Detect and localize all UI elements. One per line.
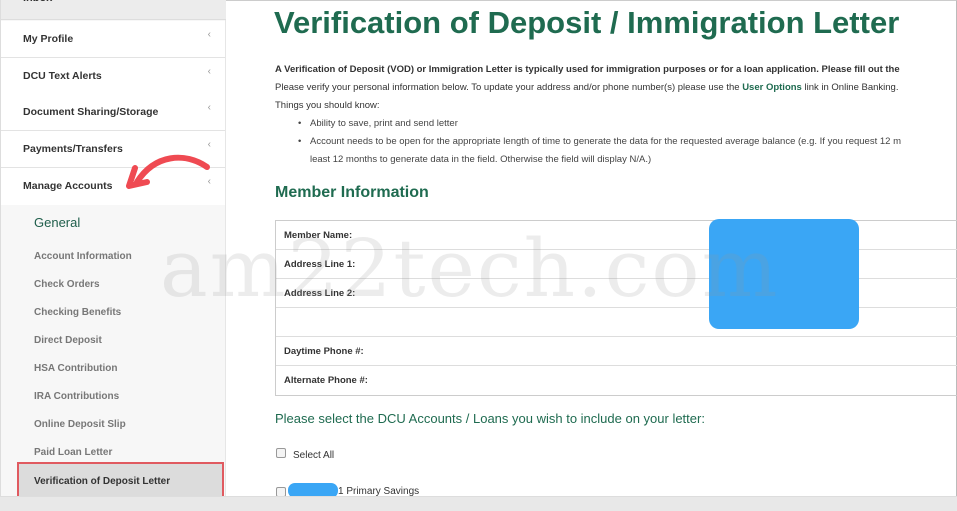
sidebar-item-label: Document Sharing/Storage bbox=[23, 106, 159, 118]
sidebar: Inbox My Profile ‹ DCU Text Alerts ‹ Doc… bbox=[0, 0, 227, 511]
things-you-should-know: Things you should know: bbox=[275, 100, 380, 111]
field-label: Daytime Phone #: bbox=[284, 346, 364, 357]
submenu-heading: General bbox=[34, 215, 81, 230]
bullet-continuation: least 12 months to generate data in the … bbox=[310, 154, 652, 165]
submenu-item-ira-contributions[interactable]: IRA Contributions bbox=[34, 391, 119, 402]
submenu-item-online-deposit-slip[interactable]: Online Deposit Slip bbox=[34, 419, 126, 430]
intro-verify-text: Please verify your personal information … bbox=[275, 82, 743, 93]
field-label: Address Line 2: bbox=[284, 288, 356, 299]
main-content: Verification of Deposit / Immigration Le… bbox=[226, 0, 957, 511]
sidebar-item-my-profile[interactable]: My Profile ‹ bbox=[1, 21, 225, 58]
select-accounts-heading: Please select the DCU Accounts / Loans y… bbox=[275, 411, 705, 426]
info-bullets: Ability to save, print and send letter A… bbox=[298, 115, 901, 169]
submenu-item-account-information[interactable]: Account Information bbox=[34, 251, 132, 262]
chevron-left-icon: ‹ bbox=[207, 29, 211, 40]
redaction-overlay bbox=[709, 219, 859, 329]
submenu-item-paid-loan-letter[interactable]: Paid Loan Letter bbox=[34, 447, 112, 458]
alternate-phone-row: Alternate Phone #: bbox=[276, 366, 957, 395]
sidebar-item-label: Payments/Transfers bbox=[23, 143, 123, 155]
sidebar-item-label: DCU Text Alerts bbox=[23, 70, 102, 82]
bullet-item: Account needs to be open for the appropr… bbox=[298, 133, 901, 151]
daytime-phone-row: Daytime Phone #: bbox=[276, 337, 957, 366]
chevron-left-icon: ‹ bbox=[207, 66, 211, 77]
submenu-item-check-orders[interactable]: Check Orders bbox=[34, 279, 100, 290]
page-title: Verification of Deposit / Immigration Le… bbox=[274, 5, 900, 40]
annotation-arrow-icon bbox=[126, 154, 210, 189]
submenu-item-hsa-contribution[interactable]: HSA Contribution bbox=[34, 363, 118, 374]
intro-text: A Verification of Deposit (VOD) or Immig… bbox=[275, 61, 900, 115]
submenu-item-direct-deposit[interactable]: Direct Deposit bbox=[34, 335, 102, 346]
sidebar-item-inbox[interactable]: Inbox bbox=[1, 0, 227, 20]
horizontal-scrollbar[interactable] bbox=[0, 496, 957, 511]
intro-description: A Verification of Deposit (VOD) or Immig… bbox=[275, 64, 900, 75]
field-label: Member Name: bbox=[284, 230, 353, 241]
submenu-item-label: Verification of Deposit Letter bbox=[34, 476, 171, 487]
chevron-left-icon: ‹ bbox=[207, 139, 211, 150]
sidebar-item-label: Manage Accounts bbox=[23, 180, 113, 192]
member-information-heading: Member Information bbox=[275, 184, 429, 201]
sidebar-item-dcu-text-alerts[interactable]: DCU Text Alerts ‹ bbox=[1, 58, 225, 95]
submenu-item-verification-of-deposit-letter[interactable]: Verification of Deposit Letter bbox=[17, 462, 224, 498]
sidebar-item-label: My Profile bbox=[23, 33, 74, 45]
field-label: Alternate Phone #: bbox=[284, 375, 368, 386]
bullet-item: Ability to save, print and send letter bbox=[298, 115, 901, 133]
field-label: Address Line 1: bbox=[284, 259, 356, 270]
intro-verify: Please verify your personal information … bbox=[275, 79, 900, 97]
sidebar-item-document-sharing[interactable]: Document Sharing/Storage ‹ bbox=[1, 94, 225, 131]
select-all-label: Select All bbox=[293, 450, 335, 461]
sidebar-item-label: Inbox bbox=[23, 0, 52, 4]
select-all-checkbox[interactable] bbox=[276, 448, 286, 458]
chevron-left-icon: ‹ bbox=[207, 102, 211, 113]
submenu-item-checking-benefits[interactable]: Checking Benefits bbox=[34, 307, 121, 318]
intro-verify-suffix: link in Online Banking. bbox=[801, 82, 899, 93]
user-options-link[interactable]: User Options bbox=[742, 82, 802, 93]
